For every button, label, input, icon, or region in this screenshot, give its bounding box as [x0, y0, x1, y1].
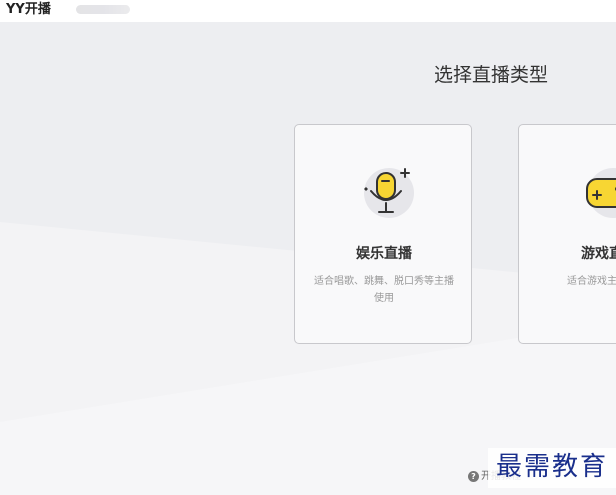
card-description: 适合唱歌、跳舞、脱口秀等主播使用 [314, 276, 454, 304]
gamepad-icon [585, 165, 616, 219]
title-bar: YY开播 [0, 0, 616, 22]
account-name-blurred [76, 5, 130, 14]
microphone-icon [361, 165, 415, 219]
watermark: 最需教育 [488, 448, 616, 488]
question-icon: ? [468, 470, 479, 482]
card-description: 适合游戏主 [567, 276, 616, 287]
card-entertainment-live[interactable]: 娱乐直播 适合唱歌、跳舞、脱口秀等主播使用 [294, 124, 472, 344]
card-game-live[interactable]: 游戏直 适合游戏主 [518, 124, 616, 344]
card-title: 娱乐直播 [356, 246, 412, 262]
app-logo: YY开播 [6, 2, 51, 17]
page-title: 选择直播类型 [434, 64, 549, 86]
main-content: 选择直播类型 娱乐直播 适合唱歌、跳舞、脱口秀等主播使用 游戏 适合游戏主 [0, 22, 616, 495]
watermark-text: 最需教育 [496, 452, 609, 482]
card-title: 游戏直 [581, 246, 616, 262]
